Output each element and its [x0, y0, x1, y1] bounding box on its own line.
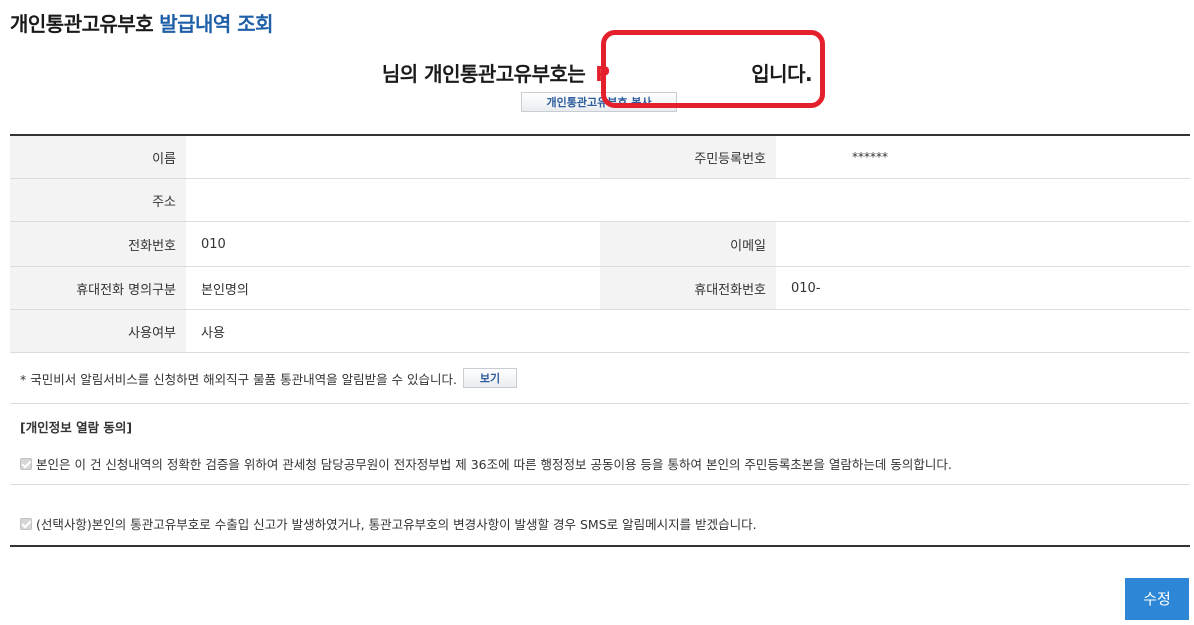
- view-button[interactable]: 보기: [463, 368, 517, 388]
- mobile-label: 휴대전화번호: [600, 267, 776, 309]
- table-row: 이름 주민등록번호 ******: [10, 136, 1190, 179]
- table-row: 주소: [10, 179, 1190, 222]
- consent-2-checkbox[interactable]: [20, 517, 32, 530]
- rrn-label: 주민등록번호: [600, 136, 776, 178]
- rrn-value: ******: [852, 150, 888, 164]
- table-row: 사용여부 사용: [10, 310, 1190, 353]
- headline-suffix: 입니다.: [751, 62, 813, 86]
- phone-label: 전화번호: [10, 222, 186, 266]
- consent-section-title: [개인정보 열람 동의]: [20, 420, 133, 435]
- consent-1-checkbox[interactable]: [20, 457, 32, 470]
- customs-code-headline: 님의 개인통관고유부호는 P 입니다.: [0, 58, 1194, 87]
- modify-button[interactable]: 수정: [1125, 578, 1189, 620]
- consent-1-text: 본인은 이 건 신청내역의 정확한 검증을 위하여 관세청 담당공무원이 전자정…: [36, 457, 952, 472]
- bottom-divider: [10, 545, 1190, 547]
- name-label: 이름: [10, 136, 186, 178]
- email-value: [776, 222, 1190, 266]
- customs-code-value: P: [595, 62, 610, 86]
- address-label: 주소: [10, 179, 186, 221]
- divider: [10, 403, 1190, 404]
- page-title: 개인통관고유부호 발급내역 조회: [10, 8, 274, 37]
- address-value: [186, 179, 1190, 221]
- notification-notice: * 국민비서 알림서비스를 신청하면 해외직구 물품 통관내역을 알림받을 수 …: [20, 368, 517, 388]
- page-title-accent: 발급내역 조회: [159, 12, 274, 36]
- phone-value: 010: [201, 236, 226, 252]
- table-row: 전화번호 010 이메일: [10, 222, 1190, 267]
- info-table: 이름 주민등록번호 ****** 주소 전화번호 010 이메일 휴대전화 명의…: [10, 134, 1190, 353]
- mobile-owner-value: 본인명의: [201, 282, 249, 298]
- table-row: 휴대전화 명의구분 본인명의 휴대전화번호 010-: [10, 267, 1190, 310]
- usage-value: 사용: [201, 325, 225, 341]
- page: 개인통관고유부호 발급내역 조회 님의 개인통관고유부호는 P 입니다. 개인통관고유…: [0, 0, 1194, 625]
- notice-text: * 국민비서 알림서비스를 신청하면 해외직구 물품 통관내역을 알림받을 수 …: [20, 371, 457, 387]
- consent-2-text: (선택사항)본인의 통관고유부호로 수출입 신고가 발생하였거나, 통관고유부호…: [36, 517, 757, 532]
- copy-code-button[interactable]: 개인통관고유부호 복사: [521, 92, 677, 112]
- mobile-owner-label: 휴대전화 명의구분: [10, 267, 186, 309]
- mobile-value: 010-: [791, 280, 821, 296]
- headline-prefix: 님의 개인통관고유부호는: [381, 62, 586, 86]
- name-value: [186, 136, 600, 178]
- email-label: 이메일: [600, 222, 776, 266]
- usage-label: 사용여부: [10, 310, 186, 352]
- consent-item-2: (선택사항)본인의 통관고유부호로 수출입 신고가 발생하였거나, 통관고유부호…: [20, 514, 757, 533]
- divider: [10, 484, 1190, 485]
- consent-item-1: 본인은 이 건 신청내역의 정확한 검증을 위하여 관세청 담당공무원이 전자정…: [20, 454, 952, 473]
- page-title-main: 개인통관고유부호: [10, 12, 154, 36]
